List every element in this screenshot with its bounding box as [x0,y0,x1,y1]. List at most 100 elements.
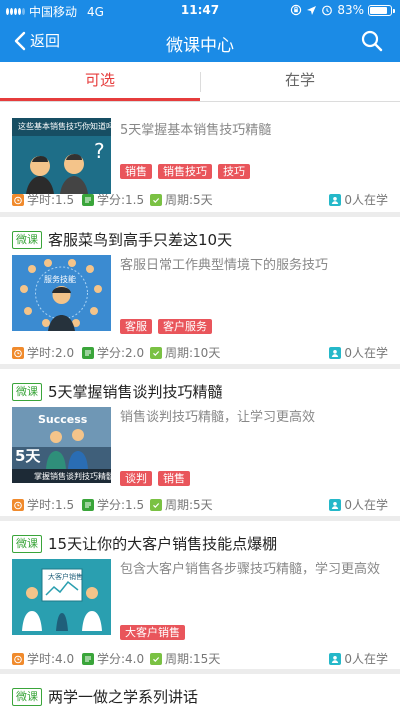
course-card[interactable]: 微课 两学一做之学系列讲话 [0,674,400,710]
course-thumbnail: 服务技能 [12,255,111,331]
meta-learners-text: 0人在学 [344,193,388,207]
alarm-clock-icon [12,346,24,359]
learners-icon [329,652,342,665]
thumbnail-illustration [12,559,111,635]
course-tag: 客服 [120,319,152,334]
alarm-clock-icon [12,193,24,206]
document-icon [82,346,94,359]
course-thumbnail: Success 5天 掌握销售谈判技巧精髓 [12,407,111,483]
course-thumbnail: ? 这些基本销售技巧你知道吗 [12,118,111,194]
course-card[interactable]: 微课 5天掌握销售谈判技巧精髓 Success 5天 掌握销售谈判技巧精髓 销售… [0,369,400,516]
course-tag: 销售技巧 [158,164,212,179]
course-tags: 销售 销售技巧 技巧 [120,164,250,179]
battery-percent: 83% [337,3,364,17]
course-meta: 学时:1.5 学分:1.5 周期:5天 0人在学 [12,191,388,207]
meta-hours: 学时:2.0 [12,344,74,361]
thumbnail-caption: 大客户销售 [48,573,83,581]
meta-hours-text: 学时:4.0 [27,652,75,666]
course-title: 客服菜鸟到高手只差这10天 [48,231,233,249]
meta-credits-text: 学分:1.5 [97,498,145,512]
course-tags: 客服 客户服务 [120,319,212,334]
alarm-icon [322,5,333,16]
thumbnail-caption: 这些基本销售技巧你知道吗 [18,122,111,131]
course-meta: 学时:4.0 学分:4.0 周期:15天 0人在学 [12,650,388,666]
course-header: 微课 两学一做之学系列讲话 [12,686,198,707]
course-tag: 大客户销售 [120,625,185,640]
document-icon [82,498,94,511]
meta-hours: 学时:1.5 [12,191,74,208]
meta-credits: 学分:1.5 [82,191,144,208]
rotation-lock-icon [291,4,302,16]
micro-course-badge: 微课 [12,687,42,706]
course-tag: 客户服务 [158,319,212,334]
course-tags: 大客户销售 [120,625,185,640]
tab-bar: 可选 在学 [0,62,400,102]
thumbnail-illustration [12,255,111,331]
meta-learners: 0人在学 [329,650,388,667]
learners-icon [329,498,342,511]
micro-course-badge: 微课 [12,382,42,401]
document-icon [82,652,94,665]
calendar-icon [150,193,162,206]
screen: 中国移动 4G 11:47 83% 返回 微课中心 可选 在学 ? 这些基本销售… [0,0,400,710]
svg-text:?: ? [94,139,105,163]
meta-learners-text: 0人在学 [344,652,388,666]
meta-learners-text: 0人在学 [344,498,388,512]
calendar-icon [150,346,162,359]
course-title: 15天让你的大客户销售技能点爆棚 [48,535,278,553]
course-description: 5天掌握基本销售技巧精髓 [120,123,272,138]
course-description: 客服日常工作典型情境下的服务技巧 [120,258,329,273]
document-icon [82,193,94,206]
meta-period-text: 周期:5天 [165,498,213,512]
course-card[interactable]: 微课 客服菜鸟到高手只差这10天 服务技能 客服日常工作典型情境下的服务技巧 客… [0,217,400,364]
course-tag: 谈判 [120,471,152,486]
tab-available[interactable]: 可选 [0,62,200,101]
thumbnail-subcaption: 掌握销售谈判技巧精髓 [34,472,111,481]
meta-period-text: 周期:15天 [165,652,221,666]
meta-hours: 学时:4.0 [12,650,74,667]
course-header: 微课 5天掌握销售谈判技巧精髓 [12,381,223,402]
micro-course-badge: 微课 [12,230,42,249]
meta-credits: 学分:2.0 [82,344,144,361]
thumbnail-big-text: 5天 [15,447,41,465]
tab-learning[interactable]: 在学 [200,62,400,101]
meta-learners: 0人在学 [329,191,388,208]
course-tag: 技巧 [218,164,250,179]
course-tags: 谈判 销售 [120,471,190,486]
meta-period: 周期:15天 [150,650,220,667]
meta-learners-text: 0人在学 [344,346,388,360]
tab-divider [200,72,201,92]
course-title: 5天掌握销售谈判技巧精髓 [48,383,223,401]
meta-credits: 学分:1.5 [82,496,144,513]
meta-credits-text: 学分:1.5 [97,193,145,207]
meta-hours-text: 学时:2.0 [27,346,75,360]
location-icon [307,5,317,15]
course-tag: 销售 [120,164,152,179]
course-card[interactable]: 微课 15天让你的大客户销售技能点爆棚 大客户销售 包含大客户销售各步骤技巧精髓… [0,521,400,669]
meta-hours: 学时:1.5 [12,496,74,513]
nav-bar: 返回 微课中心 [0,22,400,62]
micro-course-badge: 微课 [12,534,42,553]
course-meta: 学时:1.5 学分:1.5 周期:5天 0人在学 [12,496,388,512]
course-list: ? 这些基本销售技巧你知道吗 5天掌握基本销售技巧精髓 销售 销售技巧 技巧 学… [0,102,400,710]
battery-icon [368,4,395,16]
meta-credits-text: 学分:2.0 [97,346,145,360]
calendar-icon [150,652,162,665]
meta-hours-text: 学时:1.5 [27,498,75,512]
course-card[interactable]: ? 这些基本销售技巧你知道吗 5天掌握基本销售技巧精髓 销售 销售技巧 技巧 学… [0,102,400,212]
course-description: 销售谈判技巧精髓，让学习更高效 [120,410,316,425]
course-meta: 学时:2.0 学分:2.0 周期:10天 0人在学 [12,344,388,360]
search-icon[interactable] [360,29,384,53]
thumbnail-caption: 服务技能 [44,275,76,284]
meta-credits-text: 学分:4.0 [97,652,145,666]
course-title: 两学一做之学系列讲话 [48,688,199,706]
meta-period: 周期:5天 [150,496,213,513]
meta-period: 周期:5天 [150,191,213,208]
meta-learners: 0人在学 [329,344,388,361]
meta-period: 周期:10天 [150,344,220,361]
meta-credits: 学分:4.0 [82,650,144,667]
course-description: 包含大客户销售各步骤技巧精髓，学习更高效 [120,562,381,577]
page-title: 微课中心 [166,36,234,56]
status-bar: 中国移动 4G 11:47 83% [0,0,400,22]
meta-period-text: 周期:5天 [165,193,213,207]
